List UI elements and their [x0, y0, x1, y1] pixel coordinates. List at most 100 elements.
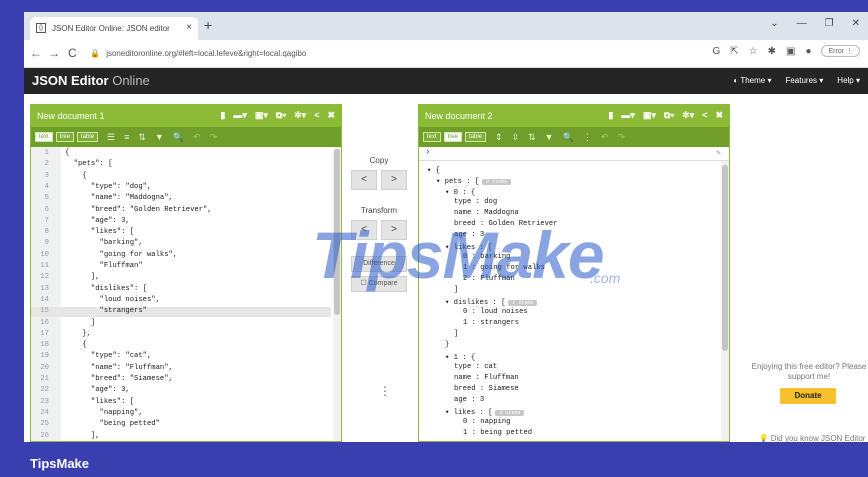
donate-button[interactable]: Donate — [780, 388, 836, 404]
back-icon[interactable]: ← — [30, 46, 42, 60]
mode-text-tab[interactable]: text — [423, 132, 441, 142]
tree-navigation-bar[interactable]: › ✎ — [419, 147, 729, 161]
code-line[interactable]: 4 "type": "dog", — [31, 183, 331, 193]
new-tab-icon[interactable]: + — [204, 17, 212, 33]
mode-tree-tab[interactable]: tree — [55, 132, 75, 142]
save-icon[interactable]: ▣▾ — [643, 110, 656, 121]
code-line[interactable]: 7 "age": 3, — [31, 217, 331, 227]
code-line[interactable]: 23 "likes": [ — [31, 398, 331, 408]
tree-node[interactable]: ] — [454, 330, 458, 340]
maximize-icon[interactable]: ❐ — [825, 18, 834, 29]
chevron-down-icon[interactable]: ⌄ — [770, 18, 778, 29]
menu-help[interactable]: Help ▾ — [837, 76, 860, 85]
error-pill[interactable]: Error ⋮ — [821, 45, 860, 57]
open-folder-icon[interactable]: ▬▾ — [621, 110, 635, 121]
close-window-icon[interactable]: ✕ — [852, 18, 860, 29]
copy-right-button[interactable]: > — [381, 170, 407, 190]
forward-icon[interactable]: → — [48, 46, 60, 60]
code-editor[interactable]: 1{2 "pets": [ 3 {4 "type": "dog", 5 "name"… — [31, 147, 341, 442]
undo-icon[interactable]: ↶ — [193, 132, 201, 143]
profile-icon[interactable]: ● — [805, 46, 811, 57]
resize-handle-icon[interactable]: ⋮ — [379, 384, 391, 398]
redo-icon[interactable]: ↷ — [617, 132, 625, 143]
undo-icon[interactable]: ↶ — [601, 132, 609, 143]
extensions-icon[interactable]: ✱ — [768, 46, 776, 57]
more-icon[interactable]: ⋮ — [583, 132, 592, 143]
mode-table-tab[interactable]: table — [465, 132, 487, 142]
settings-icon[interactable]: ✲▾ — [294, 110, 306, 121]
menu-theme[interactable]: ◐ Theme ▾ — [733, 76, 771, 85]
url-input[interactable]: 🔒 jsoneditoronline.org/#left=local.lefev… — [90, 45, 730, 63]
code-line[interactable]: 1{ — [31, 149, 331, 159]
sidebar-icon[interactable]: ▣ — [786, 46, 795, 57]
sort-icon[interactable]: ⇅ — [528, 132, 536, 143]
tree-node[interactable]: ▾ 1 : { — [445, 352, 475, 362]
code-line[interactable]: 19 "type": "cat", — [31, 352, 331, 362]
save-icon[interactable]: ▣▾ — [255, 110, 268, 121]
code-line[interactable]: 8 "likes": [ — [31, 228, 331, 238]
code-scrollbar[interactable] — [333, 147, 341, 441]
copy-icon[interactable]: ⧉▾ — [664, 110, 674, 121]
code-line[interactable]: 6 "breed": "Golden Retriever", — [31, 206, 331, 216]
code-line[interactable]: 5 "name": "Maddogna", — [31, 194, 331, 204]
tree-node[interactable]: 1 : being petted — [463, 429, 532, 439]
code-line[interactable]: 9 "barking", — [31, 239, 331, 249]
tree-node[interactable]: ▾ dislikes : [2 items — [445, 297, 538, 307]
expand-icon[interactable]: ✖ — [715, 110, 723, 121]
open-folder-icon[interactable]: ▬▾ — [233, 110, 247, 121]
settings-icon[interactable]: ✲▾ — [682, 110, 694, 121]
menu-features[interactable]: Features ▾ — [785, 76, 823, 85]
close-tab-icon[interactable]: × — [186, 22, 192, 33]
mode-tree-tab[interactable]: tree — [443, 132, 463, 142]
expand-all-icon[interactable]: ⇕ — [495, 132, 503, 143]
reload-icon[interactable]: C — [68, 46, 77, 60]
sort-icon[interactable]: ⇅ — [138, 132, 146, 143]
format-icon[interactable]: ☰ — [107, 132, 115, 143]
code-line[interactable]: 21 "breed": "Siamese", — [31, 375, 331, 385]
tree-node[interactable]: type : cat — [454, 363, 497, 373]
tree-scrollbar[interactable] — [721, 161, 729, 441]
code-line[interactable]: 26 ], — [31, 432, 331, 442]
code-line[interactable]: 2 "pets": [ — [31, 160, 331, 170]
redo-icon[interactable]: ↷ — [210, 132, 218, 143]
left-doc-name[interactable]: New document 1 — [37, 111, 105, 121]
new-document-icon[interactable]: ▮ — [608, 110, 613, 121]
google-icon[interactable]: G — [712, 46, 720, 57]
tree-view[interactable]: › ✎ ▾ {▾ pets : [2 items ▾ 0 : {type : do… — [419, 147, 729, 441]
tree-node[interactable]: ▾ likes : [2 items — [445, 407, 525, 417]
mode-text-tab[interactable]: text — [35, 132, 53, 142]
tree-node[interactable]: ▾ pets : [2 items — [436, 176, 512, 186]
mode-table-tab[interactable]: table — [77, 132, 99, 142]
filter-icon[interactable]: ▼ — [155, 132, 164, 142]
code-line[interactable]: 17 }, — [31, 330, 331, 340]
tree-node[interactable]: ▾ { — [427, 165, 440, 175]
share-icon[interactable]: < — [702, 110, 707, 121]
code-line[interactable]: 14 "loud noises", — [31, 296, 331, 306]
code-line[interactable]: 11 "Fluffman" — [31, 262, 331, 272]
edit-icon[interactable]: ✎ — [716, 148, 721, 158]
tree-node[interactable]: ▾ 0 : { — [445, 187, 475, 197]
code-line[interactable]: 10 "going for walks", — [31, 251, 331, 261]
tree-node[interactable]: age : 3 — [454, 396, 484, 406]
code-line[interactable]: 16 ] — [31, 319, 331, 329]
code-line[interactable]: 12 ], — [31, 273, 331, 283]
compact-icon[interactable]: ≡ — [124, 132, 129, 142]
search-icon[interactable]: 🔍 — [173, 132, 184, 143]
code-line[interactable]: 3 { — [31, 172, 331, 182]
code-line[interactable]: 22 "age": 3, — [31, 386, 331, 396]
tree-node[interactable]: 0 : napping — [463, 418, 510, 428]
search-icon[interactable]: 🔍 — [563, 132, 574, 143]
copy-icon[interactable]: ⧉▾ — [276, 110, 286, 121]
code-line[interactable]: 20 "name": "Fluffman", — [31, 364, 331, 374]
tree-node[interactable]: 1 : strangers — [463, 319, 519, 329]
right-doc-name[interactable]: New document 2 — [425, 111, 493, 121]
chevron-right-icon[interactable]: › — [425, 147, 430, 157]
expand-icon[interactable]: ✖ — [327, 110, 335, 121]
code-line[interactable]: 15 "strangers" — [31, 307, 331, 318]
collapse-all-icon[interactable]: ⇳ — [512, 132, 520, 143]
new-document-icon[interactable]: ▮ — [220, 110, 225, 121]
code-line[interactable]: 24 "napping", — [31, 409, 331, 419]
code-line[interactable]: 13 "dislikes": [ — [31, 285, 331, 295]
browser-tab[interactable]: {} JSON Editor Online: JSON editor × — [30, 17, 198, 40]
code-line[interactable]: 18 { — [31, 341, 331, 351]
